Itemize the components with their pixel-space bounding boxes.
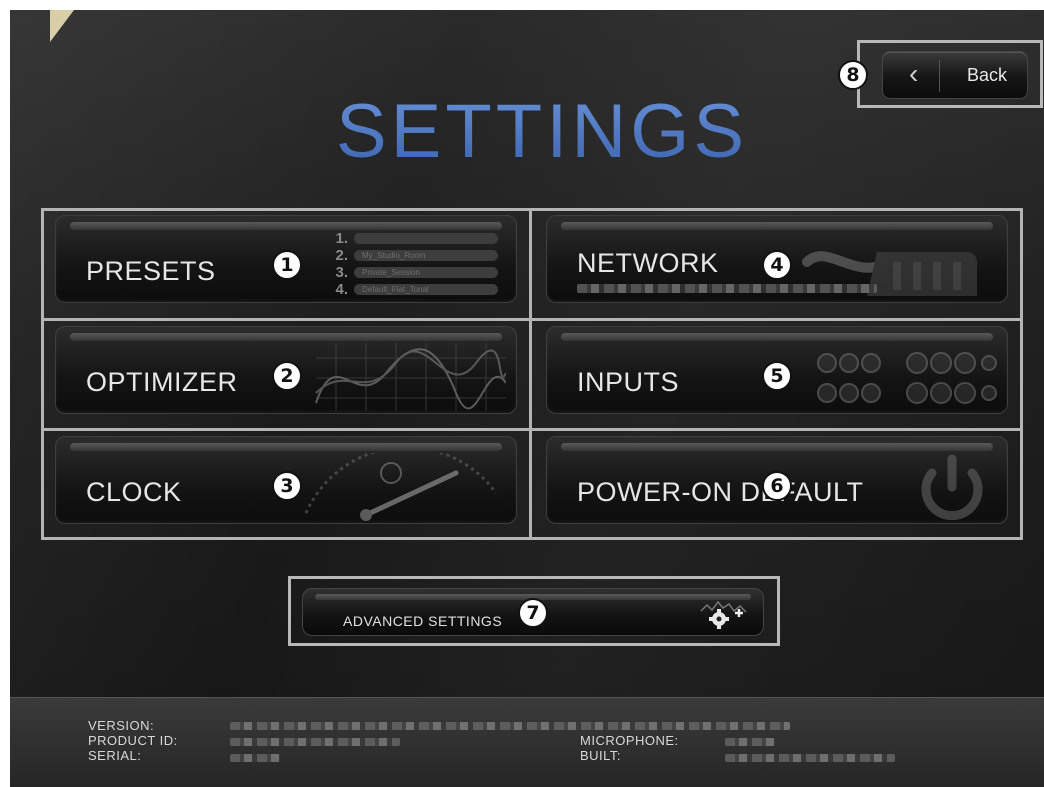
grid-divider-vertical (529, 208, 532, 540)
frequency-response-icon (315, 343, 506, 411)
optimizer-tile-label: OPTIMIZER (86, 367, 238, 397)
microphone-value-redacted (725, 738, 775, 746)
built-label: BUILT: (580, 748, 622, 763)
chevron-left-icon: ‹ (909, 58, 919, 89)
callout-badge-inputs: 5 (762, 361, 792, 391)
callout-badge-optimizer: 2 (272, 361, 302, 391)
advanced-settings-label: ADVANCED SETTINGS (343, 613, 503, 629)
version-value-redacted (230, 722, 790, 730)
serial-value-redacted (230, 754, 280, 762)
callout-badge-back: 8 (838, 60, 868, 90)
inputs-tile-label: INPUTS (577, 367, 680, 397)
input-connectors-icon (817, 352, 997, 404)
gauge-dial-icon (304, 453, 498, 521)
back-button-divider (939, 60, 940, 92)
back-button-label: Back (967, 65, 1008, 85)
product-id-value-redacted (230, 738, 400, 746)
callout-badge-presets: 1 (272, 250, 302, 280)
callout-badge-clock: 3 (272, 471, 302, 501)
device-info-footer: VERSION: PRODUCT ID: SERIAL: MICROPHONE:… (10, 697, 1044, 787)
back-button[interactable]: ‹ Back (882, 51, 1028, 99)
corner-fold-decoration (50, 10, 74, 42)
grid-divider-row-2 (41, 428, 1023, 431)
callout-badge-network: 4 (762, 250, 792, 280)
presets-tile-label: PRESETS (86, 256, 216, 286)
product-id-label: PRODUCT ID: (88, 733, 178, 748)
settings-screen: SETTINGS ‹ Back 8 1. 2. My_Studio_Room 3.… (10, 10, 1044, 787)
preset-preview-row: 1. (328, 230, 498, 247)
serial-label: SERIAL: (88, 748, 142, 763)
gear-plus-icon (700, 600, 747, 629)
preset-preview-row: 3. Private_Session (328, 264, 498, 281)
network-tile-label: NETWORK (577, 248, 719, 278)
grid-divider-row-1 (41, 318, 1023, 321)
built-value-redacted (725, 754, 895, 762)
power-on-default-tile-label: POWER-ON DEFAULT (577, 477, 864, 507)
version-label: VERSION: (88, 718, 155, 733)
clock-tile-label: CLOCK (86, 477, 182, 507)
preset-preview-row: 2. My_Studio_Room (328, 247, 498, 264)
network-address-redacted (577, 284, 877, 293)
callout-badge-power-on-default: 6 (762, 471, 792, 501)
presets-preview-list: 1. 2. My_Studio_Room 3. Private_Session 4.… (328, 230, 498, 298)
callout-badge-advanced-settings: 7 (518, 598, 548, 628)
microphone-label: MICROPHONE: (580, 733, 679, 748)
preset-preview-row: 4. Default_Flat_Tonal (328, 281, 498, 298)
